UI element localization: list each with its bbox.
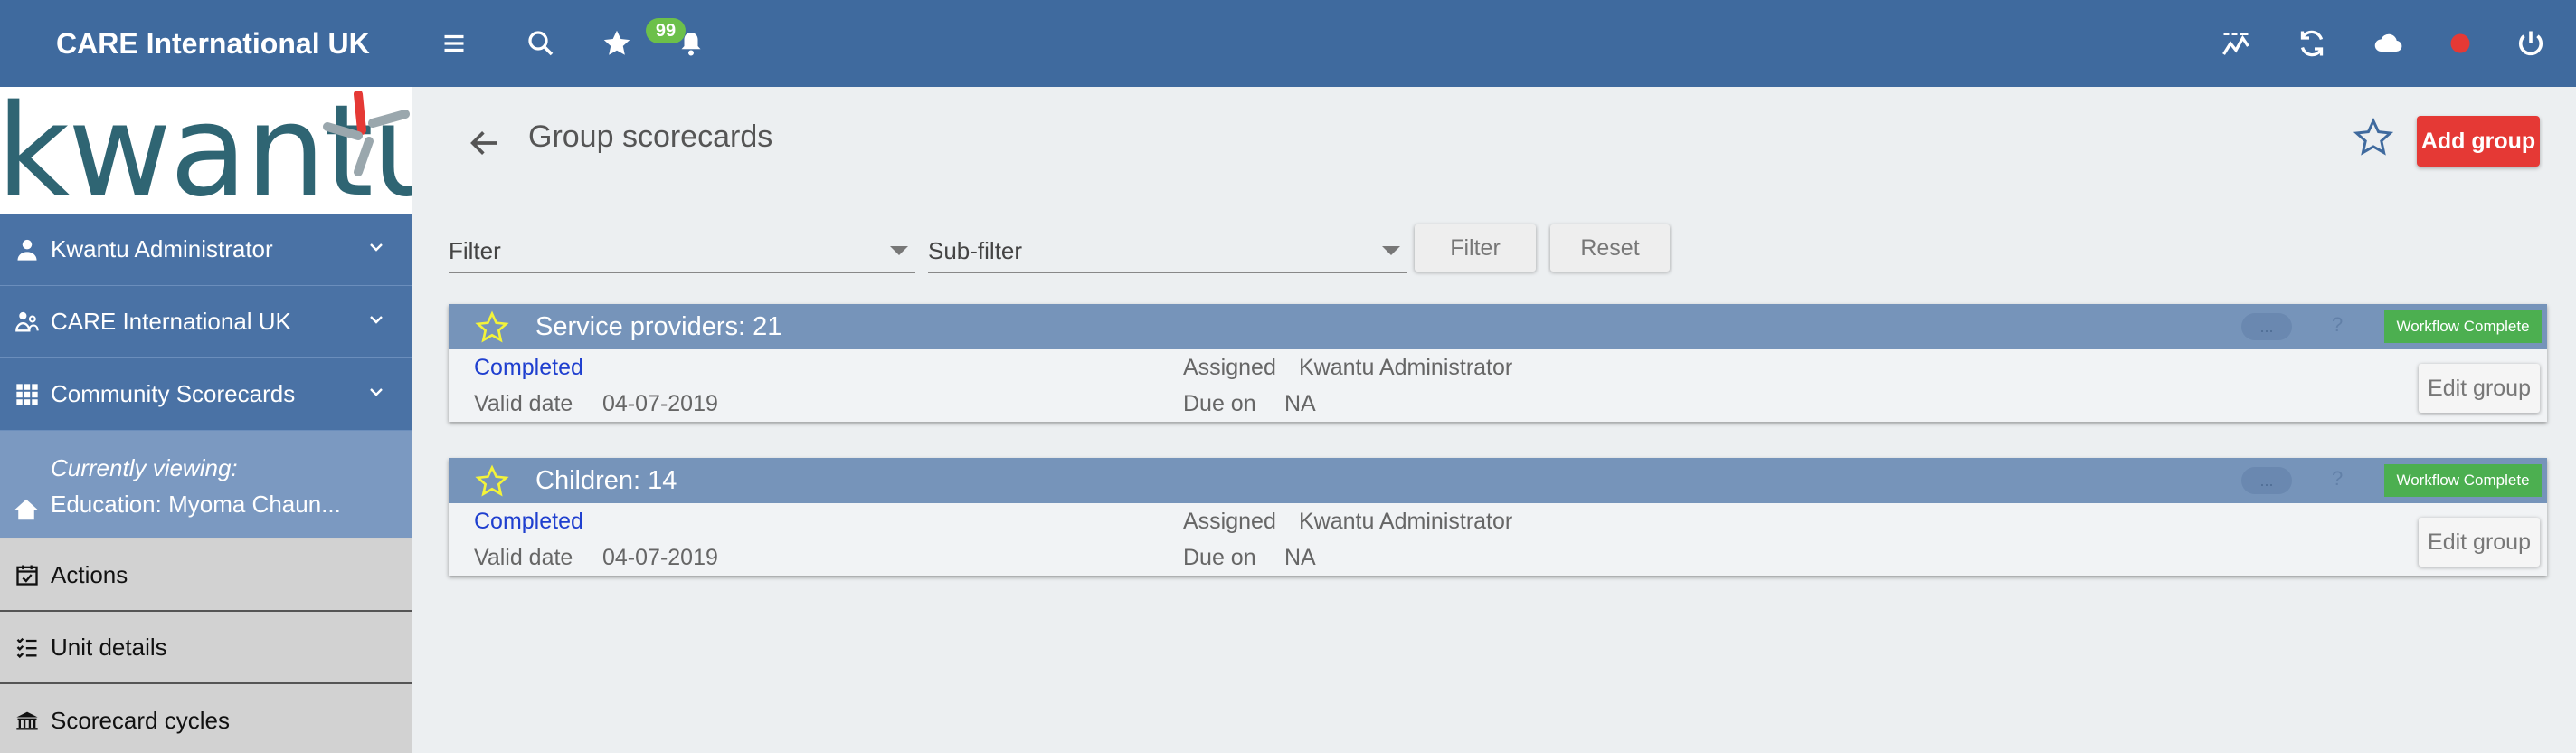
checklist-icon (13, 633, 42, 662)
sidebar-item-label: CARE International UK (51, 308, 291, 335)
workflow-status-badge: Workflow Complete (2384, 310, 2542, 343)
kwantu-logo: kwantu (0, 87, 412, 214)
calendar-check-icon (13, 560, 42, 589)
sync-icon[interactable] (2292, 24, 2332, 63)
menu-icon[interactable] (434, 24, 474, 63)
notification-badge: 99 (646, 18, 686, 43)
assigned-label: Assigned (1183, 355, 1276, 380)
currently-viewing-panel[interactable]: Currently viewing: Education: Myoma Chau… (0, 431, 412, 538)
sidebar-item-label: Kwantu Administrator (51, 235, 273, 262)
group-card: Service providers: 21 ... ? Workflow Com… (449, 304, 2547, 422)
more-options-button[interactable]: ... (2241, 467, 2292, 494)
valid-date-label: Valid date (474, 391, 573, 416)
valid-date-value: 04-07-2019 (602, 391, 718, 416)
analytics-icon[interactable] (2216, 24, 2256, 63)
star-outline-icon[interactable] (474, 463, 510, 500)
sidebar-item-label: Scorecard cycles (51, 706, 230, 734)
group-status[interactable]: Completed (474, 509, 583, 535)
filter-select-label: Filter (449, 237, 501, 264)
power-icon[interactable] (2511, 24, 2551, 63)
currently-viewing-caption: Currently viewing: (51, 454, 238, 481)
assigned-value: Kwantu Administrator (1299, 355, 1513, 380)
filter-button[interactable]: Filter (1415, 224, 1536, 272)
grid-icon (13, 380, 42, 409)
workflow-status-badge: Workflow Complete (2384, 464, 2542, 497)
sidebar-item-actions[interactable]: Actions (0, 539, 412, 612)
sidebar-item-organization[interactable]: CARE International UK (0, 286, 412, 358)
assigned-value: Kwantu Administrator (1299, 509, 1513, 534)
due-on-value: NA (1284, 545, 1316, 570)
dropdown-arrow-icon (1382, 246, 1400, 255)
star-outline-icon[interactable] (474, 310, 510, 346)
valid-date-label: Valid date (474, 545, 573, 570)
group-status[interactable]: Completed (474, 355, 583, 381)
dropdown-arrow-icon (890, 246, 908, 255)
sidebar-item-user[interactable]: Kwantu Administrator (0, 214, 412, 286)
app-title: CARE International UK (56, 27, 370, 60)
home-icon (13, 496, 40, 528)
currently-viewing-name: Education: Myoma Chaun... (51, 491, 341, 518)
valid-date-value: 04-07-2019 (602, 545, 718, 570)
logo-mark-icon (323, 91, 410, 176)
organization-icon (13, 308, 42, 337)
due-on-label: Due on (1183, 391, 1256, 416)
status-dot-icon[interactable] (2440, 24, 2480, 63)
top-bar: CARE International UK 99 (0, 0, 2576, 87)
star-outline-icon (2353, 118, 2394, 156)
star-icon[interactable] (597, 24, 637, 63)
help-button[interactable]: ? (2332, 467, 2343, 491)
cloud-icon[interactable] (2368, 24, 2408, 63)
add-group-button[interactable]: Add group (2417, 116, 2540, 167)
due-on-label: Due on (1183, 545, 1256, 570)
chevron-down-icon (365, 381, 393, 407)
person-icon (13, 235, 42, 264)
sidebar-item-label: Community Scorecards (51, 380, 296, 407)
chevron-down-icon (365, 309, 393, 335)
search-icon[interactable] (521, 24, 561, 63)
edit-group-button[interactable]: Edit group (2419, 518, 2540, 567)
group-card: Children: 14 ... ? Workflow Complete Com… (449, 458, 2547, 576)
chevron-down-icon (365, 236, 393, 262)
sidebar-item-unit-details[interactable]: Unit details (0, 612, 412, 684)
subfilter-select[interactable]: Sub-filter (928, 226, 1407, 273)
favorite-button[interactable] (2352, 116, 2395, 159)
filter-select[interactable]: Filter (449, 226, 915, 273)
sidebar-item-label: Unit details (51, 633, 167, 661)
more-options-button[interactable]: ... (2241, 313, 2292, 340)
assigned-label: Assigned (1183, 509, 1276, 534)
help-button[interactable]: ? (2332, 313, 2343, 337)
subfilter-select-label: Sub-filter (928, 237, 1023, 264)
page-title: Group scorecards (528, 119, 773, 154)
sidebar-item-scorecard-cycles[interactable]: Scorecard cycles (0, 684, 412, 753)
sidebar-item-label: Actions (51, 560, 128, 588)
arrow-left-icon (470, 131, 497, 155)
building-icon (13, 706, 42, 735)
group-card-title[interactable]: Children: 14 (535, 466, 677, 496)
group-card-header: Children: 14 ... ? Workflow Complete (449, 458, 2547, 503)
edit-group-button[interactable]: Edit group (2419, 364, 2540, 413)
group-card-header: Service providers: 21 ... ? Workflow Com… (449, 304, 2547, 349)
sidebar: kwantu Kwantu Administrator CARE Interna… (0, 87, 412, 753)
due-on-value: NA (1284, 391, 1316, 416)
sidebar-item-community-scorecards[interactable]: Community Scorecards (0, 358, 412, 431)
reset-button[interactable]: Reset (1550, 224, 1670, 272)
group-card-title[interactable]: Service providers: 21 (535, 312, 781, 342)
back-button[interactable] (461, 119, 508, 167)
